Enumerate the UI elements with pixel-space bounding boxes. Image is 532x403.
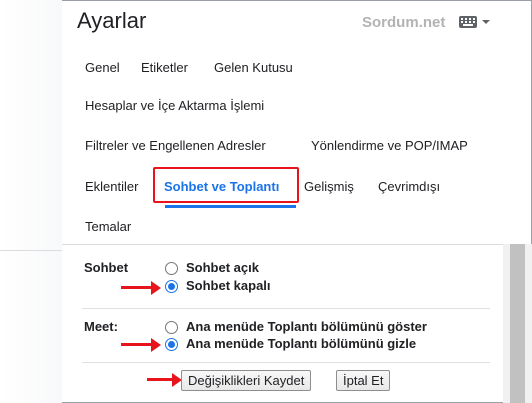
settings-tabs: Genel Etiketler Gelen Kutusu Hesaplar ve…: [62, 52, 532, 242]
section-divider: [82, 362, 490, 363]
chat-on-label[interactable]: Sohbet açık: [186, 260, 259, 275]
tab-inbox[interactable]: Gelen Kutusu: [214, 60, 293, 75]
section-divider: [82, 308, 490, 309]
tab-offline[interactable]: Çevrimdışı: [378, 179, 440, 194]
keyboard-icon[interactable]: [459, 16, 477, 28]
cancel-button[interactable]: İptal Et: [336, 370, 391, 391]
scrollbar[interactable]: [503, 244, 532, 403]
save-button[interactable]: Değişiklikleri Kaydet: [181, 370, 312, 391]
arrow-right-icon: [121, 281, 161, 295]
active-tab-highlight: [153, 167, 299, 203]
chat-off-label[interactable]: Sohbet kapalı: [186, 278, 271, 293]
chat-on-radio[interactable]: [165, 262, 178, 275]
tab-accounts[interactable]: Hesaplar ve İçe Aktarma İşlemi: [85, 98, 264, 113]
scrollbar-thumb[interactable]: [510, 244, 525, 403]
tab-labels[interactable]: Etiketler: [141, 60, 188, 75]
tab-forwarding[interactable]: Yönlendirme ve POP/IMAP: [311, 138, 468, 153]
arrow-right-icon: [121, 338, 161, 352]
active-tab-underline: [165, 205, 296, 208]
page-title: Ayarlar: [77, 8, 147, 33]
caret-down-icon[interactable]: [482, 20, 490, 24]
chat-off-radio[interactable]: [165, 280, 178, 293]
meet-show-radio[interactable]: [165, 321, 178, 334]
left-panel: [0, 0, 62, 403]
chat-meet-settings: Sohbet Sohbet açık Sohbet kapalı Meet: A…: [62, 244, 503, 403]
tab-themes[interactable]: Temalar: [85, 219, 131, 234]
watermark: Sordum.net: [362, 14, 446, 31]
left-panel-shade: [0, 0, 62, 403]
tab-filters[interactable]: Filtreler ve Engellenen Adresler: [85, 138, 266, 153]
tab-advanced[interactable]: Gelişmiş: [304, 179, 354, 194]
meet-show-label[interactable]: Ana menüde Toplantı bölümünü göster: [186, 319, 427, 334]
tab-addons[interactable]: Eklentiler: [85, 179, 138, 194]
meet-hide-label[interactable]: Ana menüde Toplantı bölümünü gizle: [186, 336, 416, 351]
settings-header: Ayarlar Sordum.net: [62, 0, 532, 52]
left-panel-divider: [0, 250, 62, 251]
meet-hide-radio[interactable]: [165, 338, 178, 351]
tab-general[interactable]: Genel: [85, 60, 120, 75]
chat-label: Sohbet: [84, 260, 129, 275]
arrow-right-icon: [147, 373, 182, 387]
meet-label: Meet:: [84, 319, 118, 334]
